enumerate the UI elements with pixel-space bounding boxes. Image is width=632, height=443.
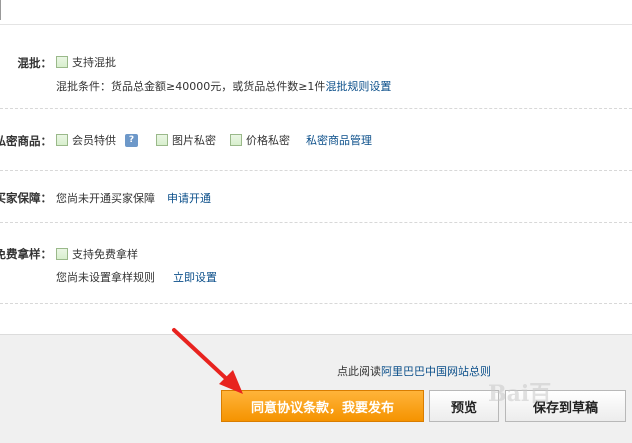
site-rules-prefix: 点此阅读 bbox=[337, 365, 381, 378]
save-draft-button[interactable]: 保存到草稿 bbox=[505, 390, 626, 422]
free-sample-status: 您尚未设置拿样规则 bbox=[56, 271, 155, 284]
free-sample-checkbox-line: 支持免费拿样 bbox=[56, 246, 138, 262]
image-private-checkbox[interactable] bbox=[156, 134, 168, 146]
agree-and-publish-button[interactable]: 同意协议条款，我要发布 bbox=[221, 390, 424, 422]
top-divider bbox=[0, 24, 632, 25]
member-exclusive-label: 会员特供 bbox=[72, 134, 116, 147]
preview-button[interactable]: 预览 bbox=[429, 390, 499, 422]
mixed-batch-checkbox-line: 支持混批 bbox=[56, 54, 116, 70]
private-goods-line: 会员特供 ? 图片私密 价格私密 私密商品管理 bbox=[56, 132, 372, 148]
price-private-checkbox[interactable] bbox=[230, 134, 242, 146]
mixed-batch-label: 混批： bbox=[17, 56, 53, 70]
help-icon[interactable]: ? bbox=[125, 133, 138, 147]
free-sample-checkbox[interactable] bbox=[56, 248, 68, 260]
site-rules-note: 点此阅读阿里巴巴中国网站总则 bbox=[337, 363, 491, 379]
buyer-guarantee-line: 您尚未开通买家保障 申请开通 bbox=[56, 190, 211, 206]
buyer-guarantee-status: 您尚未开通买家保障 bbox=[56, 192, 155, 205]
free-sample-setup-link[interactable]: 立即设置 bbox=[173, 269, 217, 285]
mixed-batch-rules-link[interactable]: 混批规则设置 bbox=[325, 78, 391, 94]
row-divider bbox=[0, 222, 632, 223]
mixed-batch-checkbox-label: 支持混批 bbox=[72, 56, 116, 69]
mixed-batch-checkbox[interactable] bbox=[56, 56, 68, 68]
price-private-label: 价格私密 bbox=[246, 134, 290, 147]
private-goods-label: 私密商品： bbox=[0, 134, 52, 148]
free-sample-checkbox-label: 支持免费拿样 bbox=[72, 248, 138, 261]
apply-guarantee-link[interactable]: 申请开通 bbox=[167, 190, 211, 206]
free-sample-status-line: 您尚未设置拿样规则 立即设置 bbox=[56, 269, 217, 285]
row-divider bbox=[0, 170, 632, 171]
row-divider bbox=[0, 108, 632, 109]
left-edge-line bbox=[0, 0, 1, 20]
mixed-batch-condition-line: 混批条件：货品总金额≥40000元，或货品总件数≥1件 混批规则设置 bbox=[56, 78, 391, 94]
buyer-guarantee-label: 买家保障： bbox=[0, 191, 52, 205]
row-divider bbox=[0, 303, 632, 304]
site-rules-link[interactable]: 阿里巴巴中国网站总则 bbox=[381, 365, 491, 378]
member-exclusive-checkbox[interactable] bbox=[56, 134, 68, 146]
action-bar bbox=[0, 334, 632, 443]
free-sample-label: 免费拿样： bbox=[0, 247, 52, 261]
private-goods-manage-link[interactable]: 私密商品管理 bbox=[306, 132, 372, 148]
mixed-batch-condition-text: 混批条件：货品总金额≥40000元，或货品总件数≥1件 bbox=[56, 80, 326, 93]
image-private-label: 图片私密 bbox=[172, 134, 216, 147]
